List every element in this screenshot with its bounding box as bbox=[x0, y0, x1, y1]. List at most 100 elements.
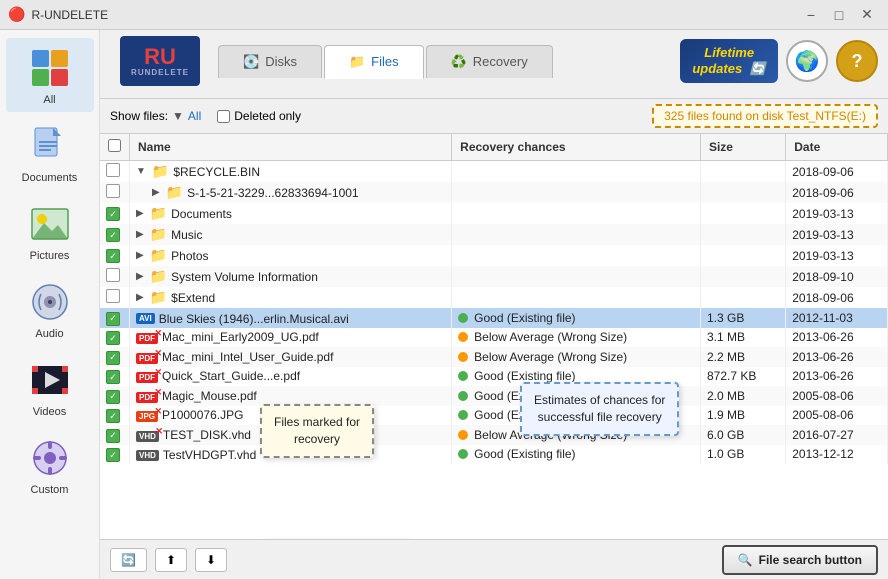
file-search-label: File search button bbox=[759, 553, 862, 567]
up-button[interactable]: ⬆ bbox=[155, 548, 187, 572]
checked-icon[interactable]: ✓ bbox=[106, 370, 120, 384]
row-name-cell: ▶📁System Volume Information bbox=[130, 266, 452, 287]
checked-icon[interactable]: ✓ bbox=[106, 331, 120, 345]
checked-icon[interactable]: ✓ bbox=[106, 207, 120, 221]
row-size-cell: 1.9 MB bbox=[700, 406, 785, 426]
chance-dot bbox=[458, 430, 468, 440]
row-date-cell: 2013-06-26 bbox=[786, 367, 888, 387]
table-row[interactable]: ✓▶📁Music2019-03-13 bbox=[100, 224, 888, 245]
row-name-cell: VHDTestVHDGPT.vhd bbox=[130, 445, 452, 465]
row-name-cell: ▶📁Music bbox=[130, 224, 452, 245]
help-button[interactable]: ? bbox=[836, 40, 878, 82]
maximize-button[interactable]: □ bbox=[826, 5, 852, 25]
tab-recovery[interactable]: ♻️ Recovery bbox=[426, 45, 553, 78]
table-row[interactable]: ▶📁System Volume Information2018-09-10 bbox=[100, 266, 888, 287]
lifetime-badge: Lifetime updates 🔄 bbox=[680, 39, 778, 82]
all-filter-link[interactable]: All bbox=[188, 109, 201, 123]
table-row[interactable]: ✓PDFMac_mini_Intel_User_Guide.pdfBelow A… bbox=[100, 347, 888, 367]
audio-icon bbox=[26, 278, 74, 326]
sidebar-item-all[interactable]: All bbox=[6, 38, 94, 112]
row-size-cell: 872.7 KB bbox=[700, 367, 785, 387]
checked-icon[interactable]: ✓ bbox=[106, 390, 120, 404]
refresh-bottom-button[interactable]: 🔄 bbox=[110, 548, 147, 572]
unchecked-box[interactable] bbox=[106, 163, 120, 177]
logo-name-text: RUNDELETE bbox=[131, 68, 189, 77]
expand-icon[interactable]: ▶ bbox=[136, 229, 144, 240]
deleted-only-label: Deleted only bbox=[234, 109, 301, 123]
sidebar-audio-label: Audio bbox=[35, 328, 63, 340]
checked-icon[interactable]: ✓ bbox=[106, 409, 120, 423]
checked-icon[interactable]: ✓ bbox=[106, 249, 120, 263]
table-row[interactable]: ✓JPGP1000076.JPGGood (Existing file)1.9 … bbox=[100, 406, 888, 426]
nav-tabs: 💽 Disks 📁 Files ♻️ Recovery bbox=[218, 45, 672, 78]
sidebar-item-videos[interactable]: Videos bbox=[6, 350, 94, 424]
videos-icon bbox=[26, 356, 74, 404]
row-size-cell bbox=[700, 161, 785, 183]
row-checkbox-cell bbox=[100, 161, 130, 183]
minimize-button[interactable]: − bbox=[798, 5, 824, 25]
table-row[interactable]: ▼📁$RECYCLE.BIN2018-09-06 bbox=[100, 161, 888, 183]
sidebar-pictures-label: Pictures bbox=[30, 250, 70, 262]
file-name: $RECYCLE.BIN bbox=[173, 165, 260, 179]
row-size-cell bbox=[700, 287, 785, 308]
table-row[interactable]: ✓VHDTestVHDGPT.vhdGood (Existing file)1.… bbox=[100, 445, 888, 465]
table-row[interactable]: ✓PDFMac_mini_Early2009_UG.pdfBelow Avera… bbox=[100, 328, 888, 348]
expand-icon[interactable]: ▶ bbox=[136, 292, 144, 303]
row-date-cell: 2019-03-13 bbox=[786, 203, 888, 224]
table-row[interactable]: ▶📁S-1-5-21-3229...62833694-10012018-09-0… bbox=[100, 182, 888, 203]
sidebar: All Documents Pi bbox=[0, 30, 100, 579]
expand-icon[interactable]: ▼ bbox=[136, 166, 146, 177]
close-button[interactable]: ✕ bbox=[854, 5, 880, 25]
table-row[interactable]: ✓PDFMagic_Mouse.pdfGood (Existing file)2… bbox=[100, 386, 888, 406]
sidebar-item-custom[interactable]: Custom bbox=[6, 428, 94, 502]
table-row[interactable]: ✓AVIBlue Skies (1946)...erlin.Musical.av… bbox=[100, 308, 888, 328]
down-button[interactable]: ⬇ bbox=[195, 548, 227, 572]
table-row[interactable]: ✓PDFQuick_Start_Guide...e.pdfGood (Exist… bbox=[100, 367, 888, 387]
unchecked-box[interactable] bbox=[106, 268, 120, 282]
file-name: System Volume Information bbox=[171, 270, 318, 284]
flag-button[interactable]: 🌍 bbox=[786, 40, 828, 82]
header-buttons: 🌍 ? bbox=[786, 40, 878, 82]
sidebar-item-documents[interactable]: Documents bbox=[6, 116, 94, 190]
col-name: Name bbox=[130, 134, 452, 161]
chance-dot bbox=[458, 332, 468, 342]
checked-icon[interactable]: ✓ bbox=[106, 429, 120, 443]
select-all-checkbox[interactable] bbox=[108, 139, 121, 152]
unchecked-box[interactable] bbox=[106, 289, 120, 303]
file-list: Name Recovery chances Size Date ▼📁$RECYC… bbox=[100, 134, 888, 539]
bottom-bar: 🔄 ⬆ ⬇ 🔍 File search button bbox=[100, 539, 888, 579]
expand-icon[interactable]: ▶ bbox=[136, 208, 144, 219]
expand-icon[interactable]: ▶ bbox=[152, 187, 160, 198]
checked-icon[interactable]: ✓ bbox=[106, 448, 120, 462]
row-chances-cell: Good (Existing file) bbox=[452, 308, 701, 328]
unchecked-box[interactable] bbox=[106, 184, 120, 198]
sidebar-item-audio[interactable]: Audio bbox=[6, 272, 94, 346]
row-name-cell: ▼📁$RECYCLE.BIN bbox=[130, 161, 452, 183]
deleted-only-checkbox[interactable] bbox=[217, 110, 230, 123]
table-row[interactable]: ▶📁$Extend2018-09-06 bbox=[100, 287, 888, 308]
chance-dot bbox=[458, 371, 468, 381]
tab-disks[interactable]: 💽 Disks bbox=[218, 45, 322, 78]
checked-icon[interactable]: ✓ bbox=[106, 312, 120, 326]
recovery-icon: ♻️ bbox=[451, 54, 467, 70]
tab-recovery-label: Recovery bbox=[473, 54, 528, 69]
file-search-button[interactable]: 🔍 File search button bbox=[722, 545, 878, 575]
logo-ru-text: RU bbox=[144, 46, 176, 68]
expand-icon[interactable]: ▶ bbox=[136, 250, 144, 261]
app-title: R-UNDELETE bbox=[31, 8, 798, 22]
row-size-cell bbox=[700, 266, 785, 287]
sidebar-item-pictures[interactable]: Pictures bbox=[6, 194, 94, 268]
tab-files[interactable]: 📁 Files bbox=[324, 45, 424, 79]
row-date-cell: 2018-09-06 bbox=[786, 287, 888, 308]
table-row[interactable]: ✓▶📁Photos2019-03-13 bbox=[100, 245, 888, 266]
file-name: Mac_mini_Early2009_UG.pdf bbox=[162, 330, 319, 344]
table-row[interactable]: ✓VHDTEST_DISK.vhdBelow Average (Wrong Si… bbox=[100, 425, 888, 445]
chance-label: Good (Existing file) bbox=[474, 408, 575, 422]
table-row[interactable]: ✓▶📁Documents2019-03-13 bbox=[100, 203, 888, 224]
col-cb bbox=[100, 134, 130, 161]
checked-icon[interactable]: ✓ bbox=[106, 228, 120, 242]
row-name-cell: PDFMac_mini_Intel_User_Guide.pdf bbox=[130, 347, 452, 367]
checked-icon[interactable]: ✓ bbox=[106, 351, 120, 365]
row-checkbox-cell bbox=[100, 287, 130, 308]
expand-icon[interactable]: ▶ bbox=[136, 271, 144, 282]
